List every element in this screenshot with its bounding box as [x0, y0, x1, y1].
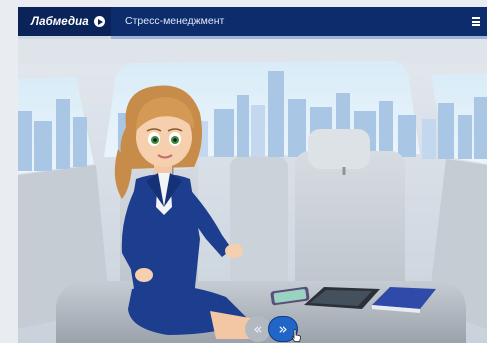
headrest-right: [308, 129, 370, 169]
seat-back-middle: [230, 157, 288, 301]
hand-pointer-icon: [291, 329, 301, 342]
course-title: Стресс-менеджмент: [125, 15, 225, 27]
brand-logo[interactable]: Лабмедиа: [18, 7, 111, 36]
hamburger-menu-icon: [472, 17, 480, 26]
car-interior-scene: [18, 39, 487, 343]
course-player: Лабмедиа Стресс-менеджмент « »: [18, 7, 487, 343]
menu-button[interactable]: [465, 7, 487, 36]
seat-back-right: [295, 151, 405, 301]
brand-name: Лабмедиа: [31, 15, 89, 28]
top-bar: Лабмедиа Стресс-менеджмент: [18, 7, 487, 36]
play-circle-icon: [93, 16, 105, 27]
